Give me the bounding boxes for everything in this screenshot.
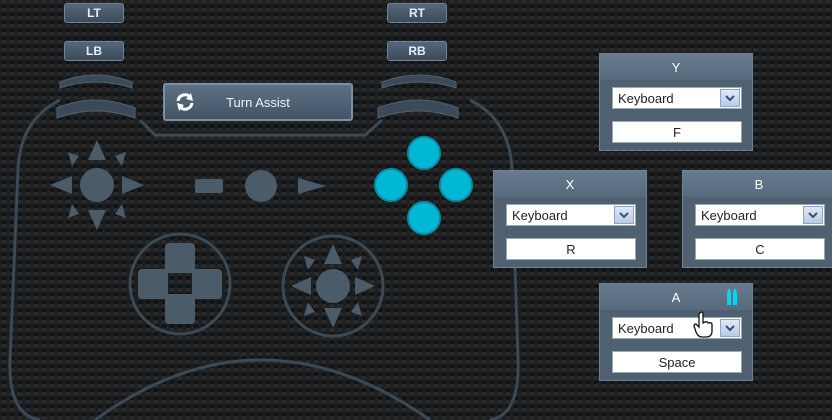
mapping-panel-b: B Keyboard C — [682, 170, 832, 268]
rb-bumper — [381, 74, 457, 89]
right-stick-arrows — [291, 244, 375, 328]
chevron-down-icon[interactable] — [720, 319, 740, 337]
key-field-b[interactable]: C — [695, 238, 825, 260]
device-select-b[interactable]: Keyboard — [695, 204, 825, 226]
turn-assist-label: Turn Assist — [226, 94, 290, 110]
mapping-panel-a: A Keyboard Space — [599, 283, 753, 381]
lb-bumper — [59, 74, 133, 89]
panel-title-x: X — [494, 171, 646, 197]
panel-title-a-label: A — [671, 289, 681, 305]
panel-title-b: B — [683, 171, 832, 197]
face-button-y — [407, 136, 441, 170]
device-select-x[interactable]: Keyboard — [506, 204, 636, 226]
key-field-a[interactable]: Space — [612, 351, 742, 373]
dpad-cross — [138, 243, 222, 324]
device-select-value: Keyboard — [701, 207, 757, 223]
chevron-down-icon[interactable] — [803, 206, 823, 224]
rt-label[interactable]: RT — [387, 3, 447, 23]
back-button — [195, 179, 223, 193]
mapping-panel-y: Y Keyboard F — [599, 53, 753, 151]
device-select-y[interactable]: Keyboard — [612, 87, 742, 109]
panel-title-y: Y — [600, 54, 752, 80]
face-button-a — [407, 201, 441, 235]
lt-label[interactable]: LT — [64, 3, 124, 23]
mapping-panel-x: X Keyboard R — [493, 170, 647, 268]
panel-title-a: A — [600, 284, 752, 310]
lb-trigger — [56, 99, 136, 119]
hand-cursor-icon — [693, 311, 715, 344]
rb-trigger — [377, 99, 459, 119]
device-select-value: Keyboard — [618, 90, 674, 106]
face-button-x — [374, 168, 408, 202]
chevron-down-icon[interactable] — [614, 206, 634, 224]
device-select-a[interactable]: Keyboard — [612, 317, 742, 339]
key-field-x[interactable]: R — [506, 238, 636, 260]
double-tap-icon — [726, 288, 738, 309]
dpad-arrows — [50, 140, 144, 230]
face-buttons — [374, 136, 473, 235]
key-field-y[interactable]: F — [612, 121, 742, 143]
face-button-b — [439, 168, 473, 202]
turn-assist-button[interactable]: Turn Assist — [163, 83, 353, 121]
chevron-down-icon[interactable] — [720, 89, 740, 107]
rb-label[interactable]: RB — [387, 41, 447, 61]
refresh-icon — [165, 91, 205, 113]
lb-label[interactable]: LB — [64, 41, 124, 61]
controller-body — [8, 98, 520, 420]
start-button — [298, 178, 326, 194]
device-select-value: Keyboard — [512, 207, 568, 223]
guide-button — [245, 170, 277, 202]
device-select-value: Keyboard — [618, 320, 674, 336]
